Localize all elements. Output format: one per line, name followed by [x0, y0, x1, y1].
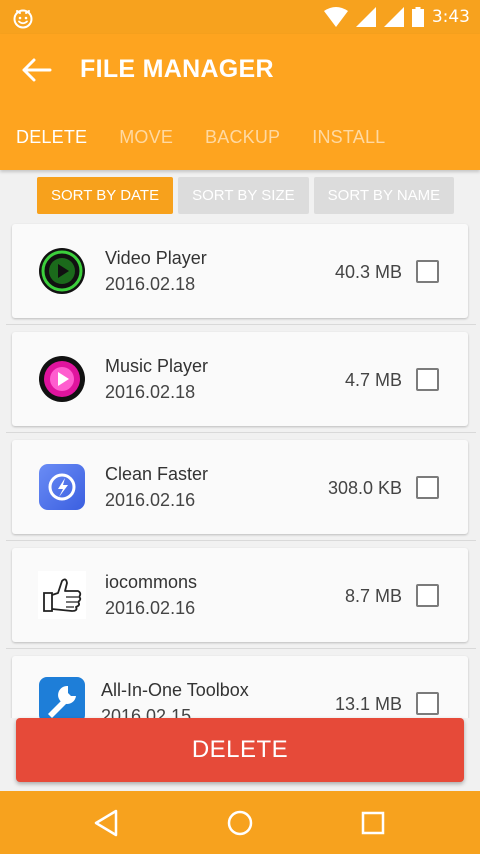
- app-list[interactable]: Video Player 2016.02.18 40.3 MB Music Pl…: [0, 222, 480, 718]
- sort-by-date-button[interactable]: SORT BY DATE: [37, 177, 174, 214]
- signal-icon: [355, 7, 376, 27]
- app-name: Music Player: [105, 356, 209, 376]
- divider: [6, 432, 476, 433]
- tab-install[interactable]: INSTALL: [312, 127, 385, 159]
- tab-bar: DELETE MOVE BACKUP INSTALL: [0, 127, 417, 159]
- app-size: 308.0 KB: [327, 478, 402, 498]
- app-date: 2016.02.16: [105, 490, 196, 510]
- app-size: 40.3 MB: [334, 262, 402, 282]
- video-player-icon: [39, 248, 85, 294]
- wrench-icon: [39, 677, 85, 718]
- app-name: Clean Faster: [105, 464, 209, 484]
- app-size: 4.7 MB: [344, 370, 402, 390]
- signal-icon: [383, 7, 404, 27]
- list-item[interactable]: Clean Faster 2016.02.16 308.0 KB: [12, 440, 468, 534]
- select-checkbox[interactable]: [416, 260, 439, 283]
- clean-faster-icon: [39, 464, 85, 510]
- page-title: FILE MANAGER: [80, 55, 274, 83]
- status-bar: 3:43: [0, 0, 480, 34]
- app-name: All-In-One Toolbox: [101, 680, 249, 700]
- delete-button[interactable]: DELETE: [16, 718, 464, 782]
- list-item[interactable]: All-In-One Toolbox 2016.02.15 13.1 MB: [12, 656, 468, 718]
- music-player-icon: [39, 356, 85, 402]
- app-date: 2016.02.15: [101, 706, 192, 718]
- battery-icon: [411, 7, 424, 27]
- select-checkbox[interactable]: [416, 368, 439, 391]
- divider: [6, 324, 476, 325]
- nav-back-icon[interactable]: [86, 805, 126, 841]
- select-checkbox[interactable]: [416, 692, 439, 715]
- tab-delete[interactable]: DELETE: [16, 127, 87, 159]
- app-name: Video Player: [105, 248, 207, 268]
- tab-move[interactable]: MOVE: [119, 127, 173, 159]
- notification-smiley-icon: [13, 9, 33, 29]
- app-bar: FILE MANAGER DELETE MOVE BACKUP INSTALL: [0, 34, 480, 170]
- divider: [6, 540, 476, 541]
- arrow-left-icon[interactable]: [20, 56, 54, 84]
- list-item[interactable]: iocommons 2016.02.16 8.7 MB: [12, 548, 468, 642]
- list-item[interactable]: Music Player 2016.02.18 4.7 MB: [12, 332, 468, 426]
- divider: [6, 648, 476, 649]
- select-checkbox[interactable]: [416, 584, 439, 607]
- app-date: 2016.02.16: [105, 598, 196, 618]
- sort-by-size-button[interactable]: SORT BY SIZE: [178, 177, 309, 214]
- nav-recents-icon[interactable]: [353, 805, 393, 841]
- wifi-icon: [323, 7, 348, 27]
- app-date: 2016.02.18: [105, 382, 196, 402]
- app-name: iocommons: [105, 572, 198, 592]
- navigation-bar: [0, 791, 480, 854]
- thumbs-up-icon: [38, 571, 86, 619]
- app-size: 13.1 MB: [334, 694, 402, 714]
- sort-options: SORT BY DATE SORT BY SIZE SORT BY NAME: [37, 177, 455, 214]
- list-item[interactable]: Video Player 2016.02.18 40.3 MB: [12, 224, 468, 318]
- status-time: 3:43: [431, 7, 470, 27]
- select-checkbox[interactable]: [416, 476, 439, 499]
- nav-home-icon[interactable]: [220, 805, 260, 841]
- app-date: 2016.02.18: [105, 274, 196, 294]
- sort-by-name-button[interactable]: SORT BY NAME: [313, 177, 455, 214]
- app-size: 8.7 MB: [344, 586, 402, 606]
- tab-backup[interactable]: BACKUP: [205, 127, 280, 159]
